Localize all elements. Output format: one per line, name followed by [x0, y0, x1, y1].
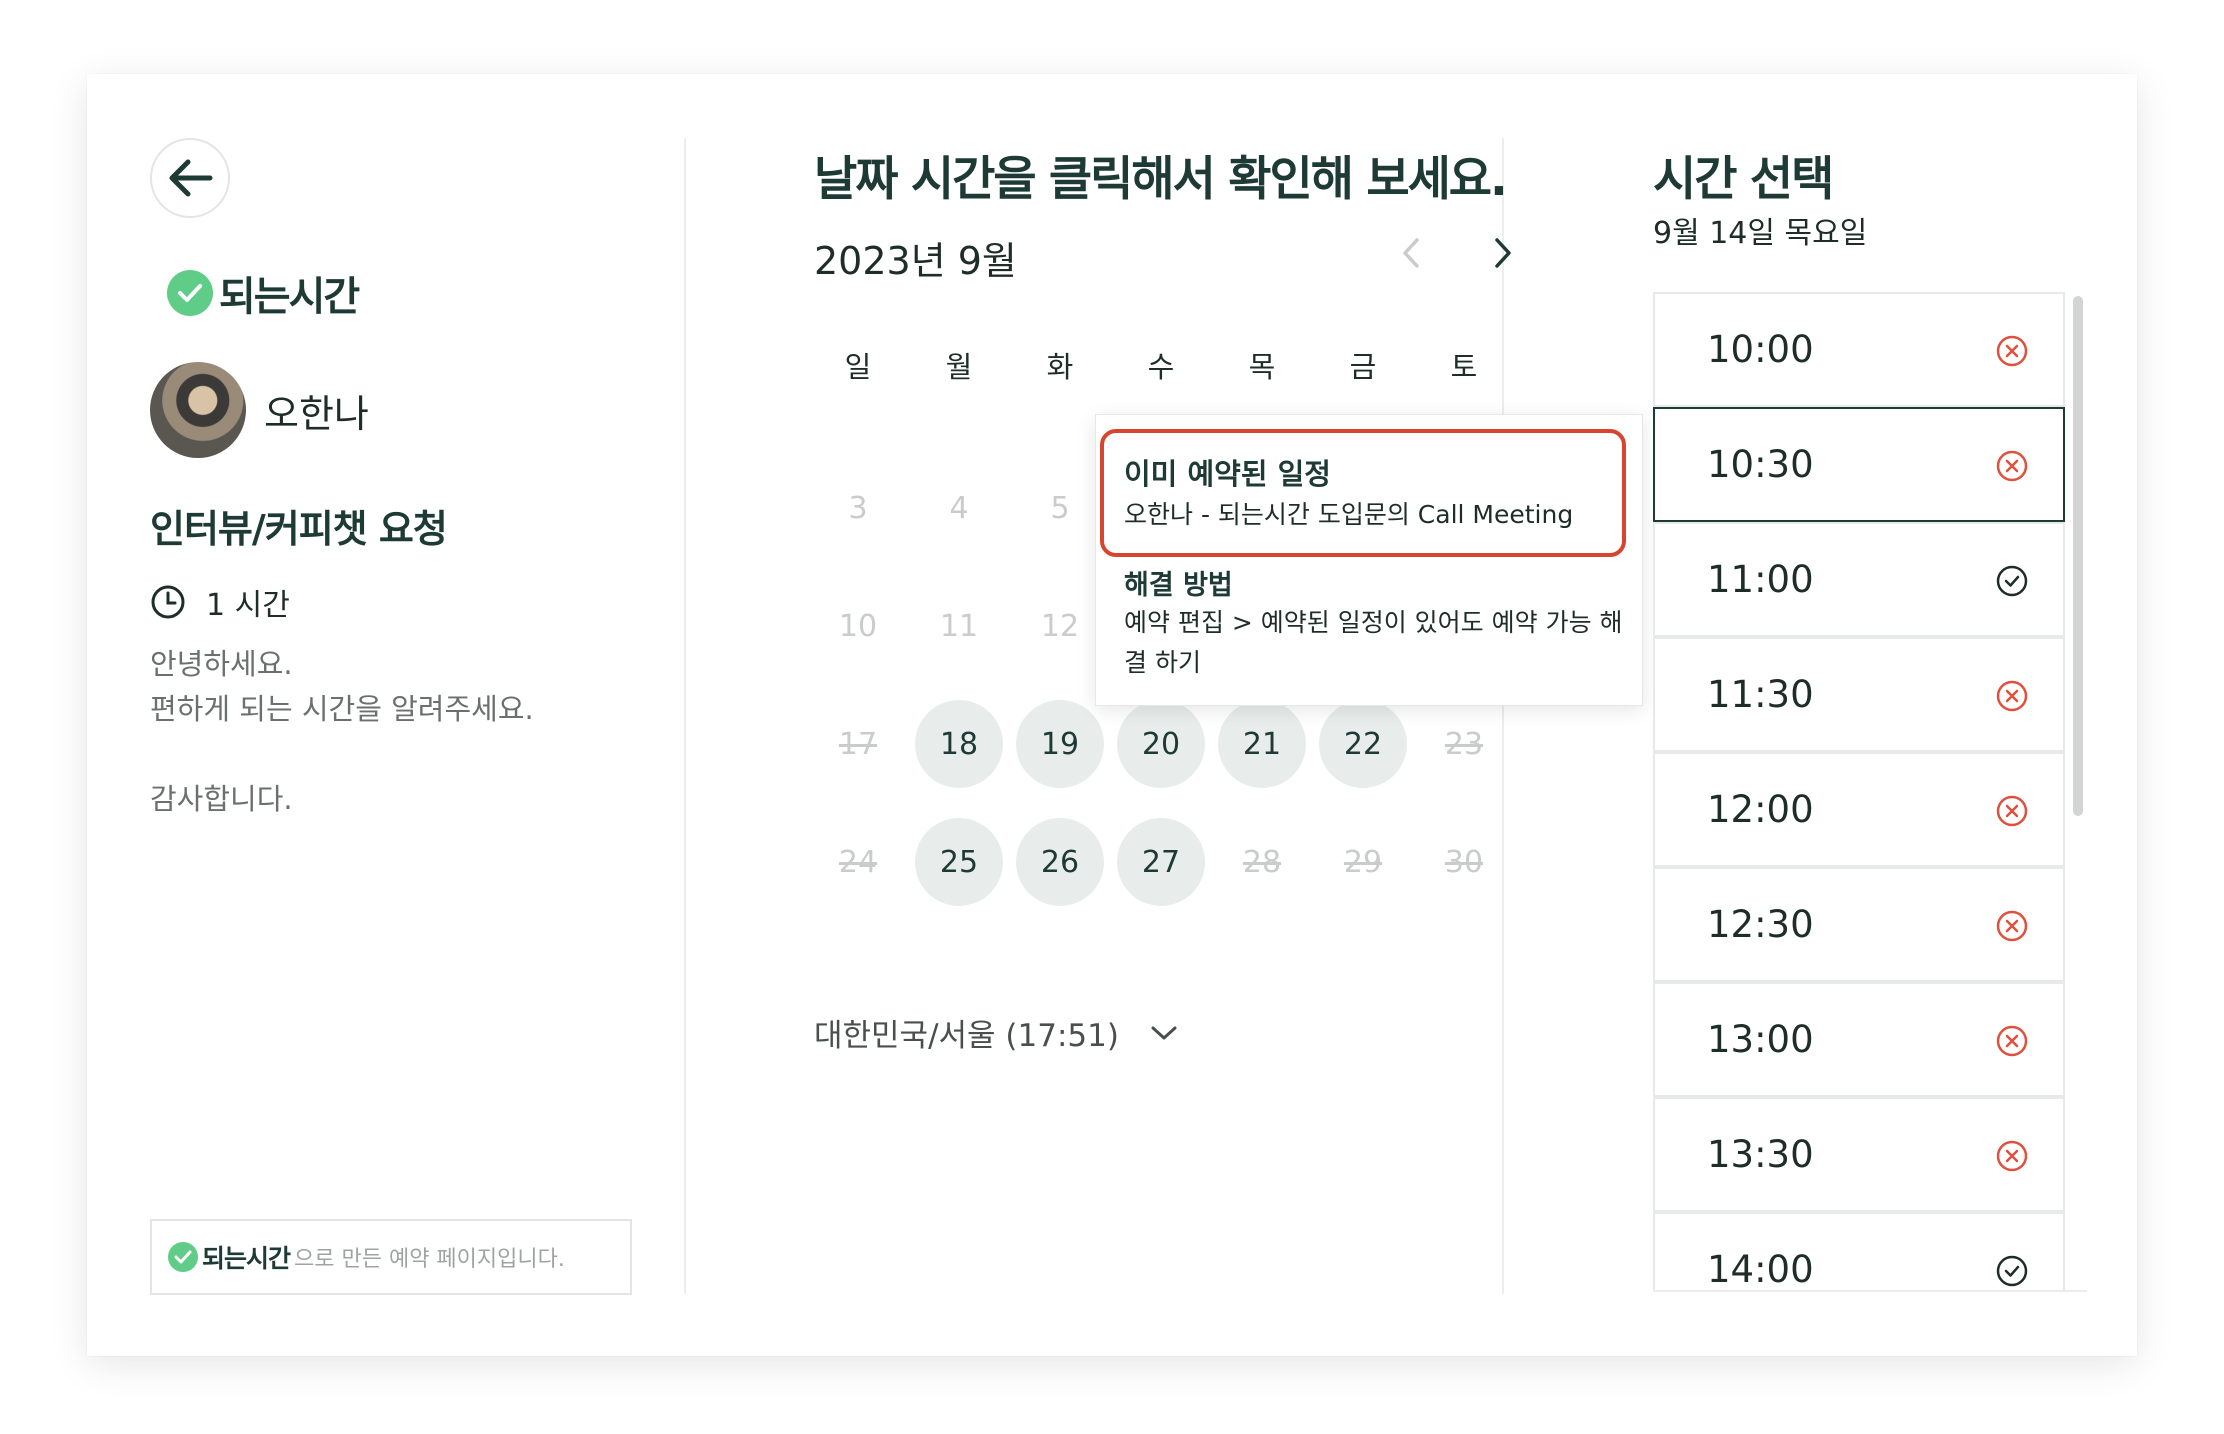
time-slot-label: 10:00 — [1707, 328, 1814, 371]
weekday-tue: 화 — [1046, 350, 1074, 384]
time-slot[interactable]: 11:30 — [1653, 637, 2065, 752]
time-slot-label: 10:30 — [1707, 443, 1814, 486]
event-duration: 1 시간 — [150, 580, 290, 624]
time-slot[interactable]: 10:00 — [1653, 292, 2065, 407]
event-title: 인터뷰/커피챗 요청 — [150, 507, 448, 551]
calendar-day: 4 — [949, 490, 969, 526]
duration-label: 1 시간 — [206, 588, 290, 623]
popup-solution-title: 해결 방법 — [1124, 570, 1233, 601]
booking-card: 되는시간 오한나 인터뷰/커피챗 요청 1 시간 안녕하세요. 편하게 되는 시… — [87, 74, 2137, 1356]
calendar-day: 24 — [838, 844, 878, 880]
time-slot-label: 13:00 — [1707, 1018, 1814, 1061]
x-circle-icon — [1996, 1140, 2028, 1172]
time-slot[interactable]: 14:00 — [1653, 1212, 2065, 1291]
check-circle-icon — [1996, 565, 2028, 597]
popup-solution-text: 예약 편집 > 예약된 일정이 있어도 예약 가능 해결 하기 — [1124, 608, 1623, 677]
powered-by-badge[interactable]: 되는시간 으로 만든 예약 페이지입니다. — [150, 1219, 632, 1295]
weekday-mon: 월 — [945, 350, 973, 384]
brand-logo: 되는시간 — [167, 264, 360, 322]
time-slot[interactable]: 11:00 — [1653, 522, 2065, 637]
time-slot[interactable]: 13:00 — [1653, 982, 2065, 1097]
footer-text: 으로 만든 예약 페이지입니다. — [294, 1247, 565, 1272]
chevron-right-icon — [1495, 238, 1511, 268]
time-slot-label: 13:30 — [1707, 1133, 1814, 1176]
timezone-label: 대한민국/서울 (17:51) — [814, 1018, 1119, 1054]
x-circle-icon — [1996, 910, 2028, 942]
check-circle-icon — [167, 270, 213, 316]
time-select-title: 시간 선택 — [1653, 152, 1834, 207]
popup-title: 이미 예약된 일정 — [1124, 457, 1331, 491]
check-circle-icon — [168, 1242, 198, 1272]
chevron-left-icon — [1403, 238, 1419, 268]
weekday-wed: 수 — [1147, 350, 1175, 384]
weekday-fri: 금 — [1349, 350, 1377, 384]
calendar-day: 12 — [1040, 608, 1080, 644]
footer-brand: 되는시간 — [202, 1244, 291, 1273]
time-slot-label: 11:30 — [1707, 673, 1814, 716]
calendar-day[interactable]: 19 — [1016, 700, 1104, 788]
next-month-button[interactable] — [1477, 228, 1527, 278]
host-name: 오한나 — [264, 391, 369, 436]
calendar-title: 날짜 시간을 클릭해서 확인해 보세요. — [814, 152, 1508, 207]
host-info: 오한나 — [150, 362, 369, 458]
time-slot-label: 11:00 — [1707, 558, 1814, 601]
calendar-day: 10 — [838, 608, 878, 644]
back-button[interactable] — [150, 138, 230, 218]
time-slot-label: 14:00 — [1707, 1248, 1814, 1291]
calendar-day: 30 — [1444, 844, 1484, 880]
selected-date: 9월 14일 목요일 — [1653, 216, 1868, 251]
time-slot-scrollbar[interactable] — [2073, 296, 2083, 816]
calendar-day: 28 — [1242, 844, 1282, 880]
weekday-thu: 목 — [1248, 350, 1276, 384]
check-circle-icon — [1996, 1255, 2028, 1287]
calendar-day: 11 — [939, 608, 979, 644]
calendar-day[interactable]: 20 — [1117, 700, 1205, 788]
arrow-left-icon — [169, 159, 213, 197]
calendar-day: 5 — [1050, 490, 1070, 526]
time-slot-label: 12:00 — [1707, 788, 1814, 831]
weekday-sun: 일 — [844, 350, 872, 384]
calendar-day: 23 — [1444, 726, 1484, 762]
x-circle-icon — [1996, 680, 2028, 712]
calendar-day[interactable]: 25 — [915, 818, 1003, 906]
popup-event-name: 오한나 - 되는시간 도입문의 Call Meeting — [1124, 500, 1574, 529]
chevron-down-icon — [1151, 1026, 1177, 1039]
x-circle-icon — [1996, 795, 2028, 827]
time-slot[interactable]: 12:00 — [1653, 752, 2065, 867]
column-divider — [684, 138, 686, 1294]
time-slot-label: 12:30 — [1707, 903, 1814, 946]
calendar-day: 3 — [848, 490, 868, 526]
time-slot-list[interactable]: 10:00 10:30 11:00 11:30 12:00 12:30 13:0… — [1653, 292, 2087, 1292]
calendar-day[interactable]: 21 — [1218, 700, 1306, 788]
x-circle-icon — [1996, 1025, 2028, 1057]
highlight-outline — [1100, 429, 1626, 557]
x-circle-icon — [1996, 450, 2028, 482]
event-description: 안녕하세요. 편하게 되는 시간을 알려주세요. 감사합니다. — [150, 647, 534, 816]
calendar-day: 17 — [838, 726, 878, 762]
calendar-day[interactable]: 27 — [1117, 818, 1205, 906]
calendar-day: 29 — [1343, 844, 1383, 880]
clock-icon — [151, 585, 185, 619]
x-circle-icon — [1996, 335, 2028, 367]
calendar-day[interactable]: 22 — [1319, 700, 1407, 788]
brand-name: 되는시간 — [219, 274, 360, 320]
time-slot[interactable]: 13:30 — [1653, 1097, 2065, 1212]
calendar-day[interactable]: 26 — [1016, 818, 1104, 906]
timezone-select[interactable]: 대한민국/서울 (17:51) — [814, 1010, 1179, 1055]
calendar-day[interactable]: 18 — [915, 700, 1003, 788]
time-slot[interactable]: 12:30 — [1653, 867, 2065, 982]
weekday-sat: 토 — [1450, 350, 1478, 384]
prev-month-button[interactable] — [1387, 228, 1437, 278]
time-slot-active[interactable]: 10:30 — [1653, 407, 2065, 522]
weekday-header: 일 월 화 수 목 금 토 — [814, 344, 1524, 388]
avatar — [150, 362, 246, 458]
month-label: 2023년 9월 — [814, 239, 1017, 283]
booked-event-popover: 이미 예약된 일정 오한나 - 되는시간 도입문의 Call Meeting 해… — [1095, 414, 1643, 706]
